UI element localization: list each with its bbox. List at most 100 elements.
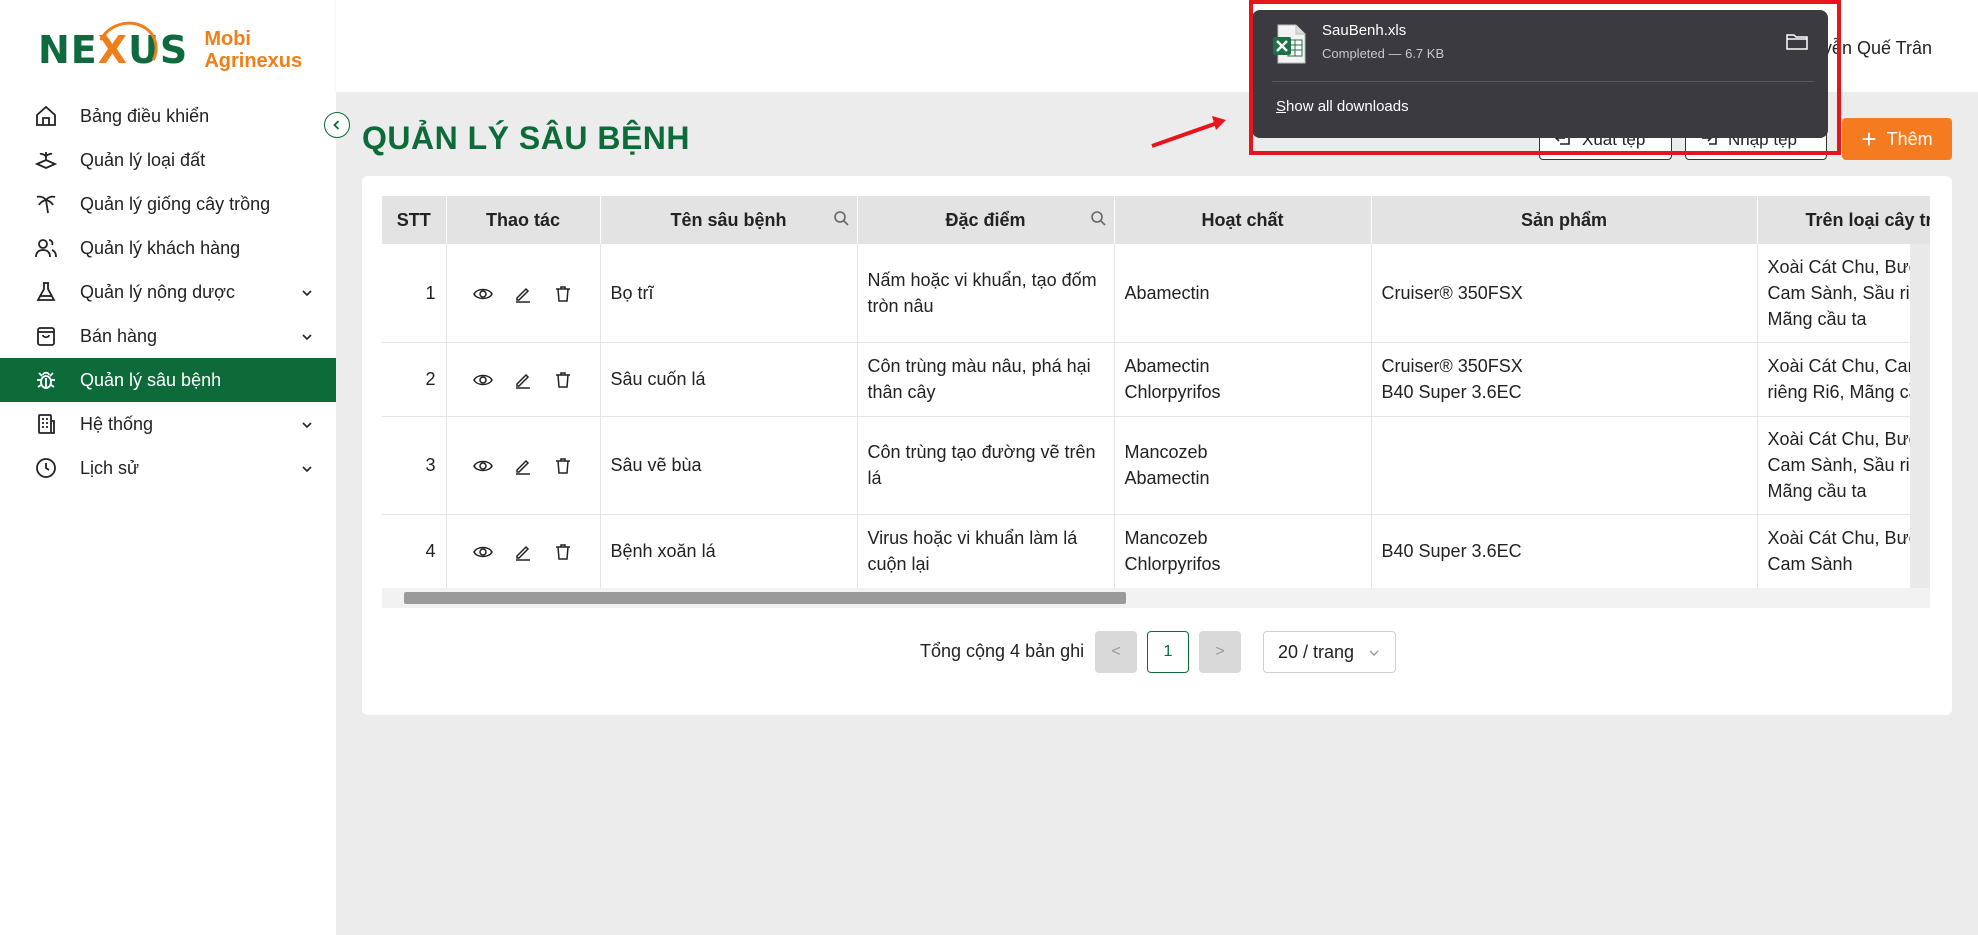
search-icon[interactable] — [1090, 210, 1106, 231]
sidebar-item-history[interactable]: Lịch sử — [0, 446, 336, 490]
flask-icon — [32, 278, 60, 306]
cell-name: Sâu cuốn lá — [600, 342, 858, 417]
column-header-product[interactable]: Sản phẩm — [1371, 196, 1758, 244]
logo-mark: NEXUS — [38, 13, 188, 87]
cell-line: Xoài Cát Chu, Bưởi — [1767, 429, 1925, 449]
cell-line: Xoài Cát Chu, Bưởi — [1767, 528, 1925, 548]
cell-line: Mãng cầu ta — [1767, 308, 1867, 329]
horizontal-scrollbar-thumb[interactable] — [404, 592, 1126, 604]
sidebar-item-dashboard[interactable]: Bảng điều khiển — [0, 94, 336, 138]
bug-icon — [32, 366, 60, 394]
cell-description: Virus hoặc vi khuẩn làm lá cuộn lại — [857, 514, 1115, 589]
sidebar-item-system[interactable]: Hệ thống — [0, 402, 336, 446]
cell-line: Cam Sành, Sầu riêng — [1767, 282, 1931, 303]
add-button[interactable]: + Thêm — [1842, 118, 1952, 160]
chevron-down-icon — [300, 284, 314, 305]
cell-actions — [446, 342, 601, 417]
next-page-button[interactable]: > — [1199, 631, 1241, 673]
highlight-arrow — [1151, 116, 1226, 148]
edit-icon[interactable] — [513, 542, 533, 562]
cell-line: Xoài Cát Chu, Bưởi — [1767, 256, 1925, 277]
excel-file-icon[interactable] — [1272, 24, 1306, 64]
sidebar: NEXUS Mobi Agrinexus Bảng điều khiển Quả… — [0, 0, 336, 935]
sidebar-menu: Bảng điều khiển Quản lý loại đất Quản lý… — [0, 94, 336, 490]
cell-product: Cruiser® 350FSX — [1371, 244, 1758, 343]
page-size-select[interactable]: 20 / trang — [1263, 631, 1396, 673]
view-icon[interactable] — [473, 456, 493, 476]
delete-icon[interactable] — [553, 284, 573, 304]
table-row: 1 Bọ trĩ Nấm hoặc vi khuẩn, tạo đốm tròn … — [382, 244, 1931, 343]
view-icon[interactable] — [473, 542, 493, 562]
column-header-description[interactable]: Đặc điểm — [857, 196, 1115, 244]
sidebar-item-plant-varieties[interactable]: Quản lý giống cây trồng — [0, 182, 336, 226]
chevron-down-icon — [300, 328, 314, 349]
chevron-down-icon — [300, 460, 314, 481]
cell-line: Cruiser® 350FSX — [1381, 356, 1523, 376]
clock-icon — [32, 454, 60, 482]
sidebar-item-label: Quản lý nông dược — [80, 281, 235, 302]
view-icon[interactable] — [473, 284, 493, 304]
column-header-label: Đặc điểm — [945, 209, 1026, 230]
cell-line: cuộn lại — [867, 554, 930, 574]
edit-icon[interactable] — [513, 284, 533, 304]
cell-actions — [446, 244, 601, 343]
sidebar-item-pests[interactable]: Quản lý sâu bệnh — [0, 358, 336, 402]
pagination: Tổng cộng 4 bản ghi < 1 > 20 / trang — [0, 631, 1978, 673]
delete-icon[interactable] — [553, 370, 573, 390]
cell-line: Cruiser® 350FSX — [1381, 282, 1523, 303]
column-header-active-ingredient[interactable]: Hoạt chất — [1114, 196, 1372, 244]
cell-product: Cruiser® 350FSX B40 Super 3.6EC — [1371, 342, 1758, 417]
cell-line: Cam Sành, Sầu riêng — [1767, 455, 1931, 475]
folder-icon[interactable] — [1786, 32, 1808, 55]
page-1-button[interactable]: 1 — [1147, 631, 1189, 673]
edit-icon[interactable] — [513, 456, 533, 476]
cell-actions — [446, 416, 601, 515]
cell-active-ingredient: Abamectin — [1114, 244, 1372, 343]
delete-icon[interactable] — [553, 456, 573, 476]
sidebar-item-pesticides[interactable]: Quản lý nông dược — [0, 270, 336, 314]
column-header-crops[interactable]: Trên loại cây trồng — [1757, 196, 1930, 244]
column-header-actions: Thao tác — [446, 196, 601, 244]
cell-description: Côn trùng màu nâu, phá hại thân cây — [857, 342, 1115, 417]
building-icon — [32, 410, 60, 438]
prev-page-button[interactable]: < — [1095, 631, 1137, 673]
collapse-sidebar-button[interactable] — [324, 112, 350, 138]
app-logo[interactable]: NEXUS Mobi Agrinexus — [38, 13, 302, 87]
cell-stt: 3 — [382, 416, 447, 515]
sidebar-item-label: Bán hàng — [80, 325, 158, 346]
downloads-popup: SauBenh.xls Completed — 6.7 KB Show all … — [1252, 10, 1828, 138]
sidebar-item-customers[interactable]: Quản lý khách hàng — [0, 226, 336, 270]
cell-line: Xoài Cát Chu, Cam — [1767, 356, 1923, 376]
download-file-name[interactable]: SauBenh.xls — [1322, 22, 1406, 39]
chevron-left-icon: < — [1111, 643, 1121, 660]
sidebar-item-soil[interactable]: Quản lý loại đất — [0, 138, 336, 182]
cell-crops: Xoài Cát Chu, Bưởi Cam Sành, Sầu riêng Mãn… — [1757, 416, 1931, 515]
total-records: Tổng cộng 4 bản ghi — [920, 641, 1085, 661]
column-header-name[interactable]: Tên sâu bệnh — [600, 196, 858, 244]
cell-stt: 2 — [382, 342, 447, 417]
access-key: S — [1276, 98, 1287, 115]
palm-tree-icon — [32, 190, 60, 218]
search-icon[interactable] — [833, 210, 849, 231]
cell-line: Virus hoặc vi khuẩn làm lá — [867, 528, 1078, 548]
cell-line: Côn trùng màu nâu, phá hại — [867, 356, 1091, 376]
cell-name: Bọ trĩ — [600, 244, 858, 343]
link-text: how all downloads — [1286, 98, 1409, 115]
pest-table: STT Thao tác Tên sâu bệnh Đặc điểm Hoạt … — [382, 196, 1930, 608]
cell-line: lá — [867, 468, 882, 488]
cell-crops: Xoài Cát Chu, Bưởi Cam Sành, Sầu riêng Mãn… — [1757, 244, 1931, 343]
column-header-stt[interactable]: STT — [382, 196, 447, 244]
vertical-scroll-shade — [1910, 244, 1930, 588]
view-icon[interactable] — [473, 370, 493, 390]
cell-line: B40 Super 3.6EC — [1381, 382, 1522, 402]
chevron-down-icon — [300, 416, 314, 437]
page-number: 1 — [1163, 643, 1173, 660]
chevron-left-icon — [333, 120, 340, 130]
sidebar-item-label: Quản lý sâu bệnh — [80, 369, 222, 390]
delete-icon[interactable] — [553, 542, 573, 562]
cell-active-ingredient: Abamectin Chlorpyrifos — [1114, 342, 1372, 417]
sidebar-item-sales[interactable]: Bán hàng — [0, 314, 336, 358]
logo-text: Mobi Agrinexus — [204, 28, 302, 72]
show-all-downloads-link[interactable]: Show all downloads — [1276, 98, 1409, 115]
edit-icon[interactable] — [513, 370, 533, 390]
